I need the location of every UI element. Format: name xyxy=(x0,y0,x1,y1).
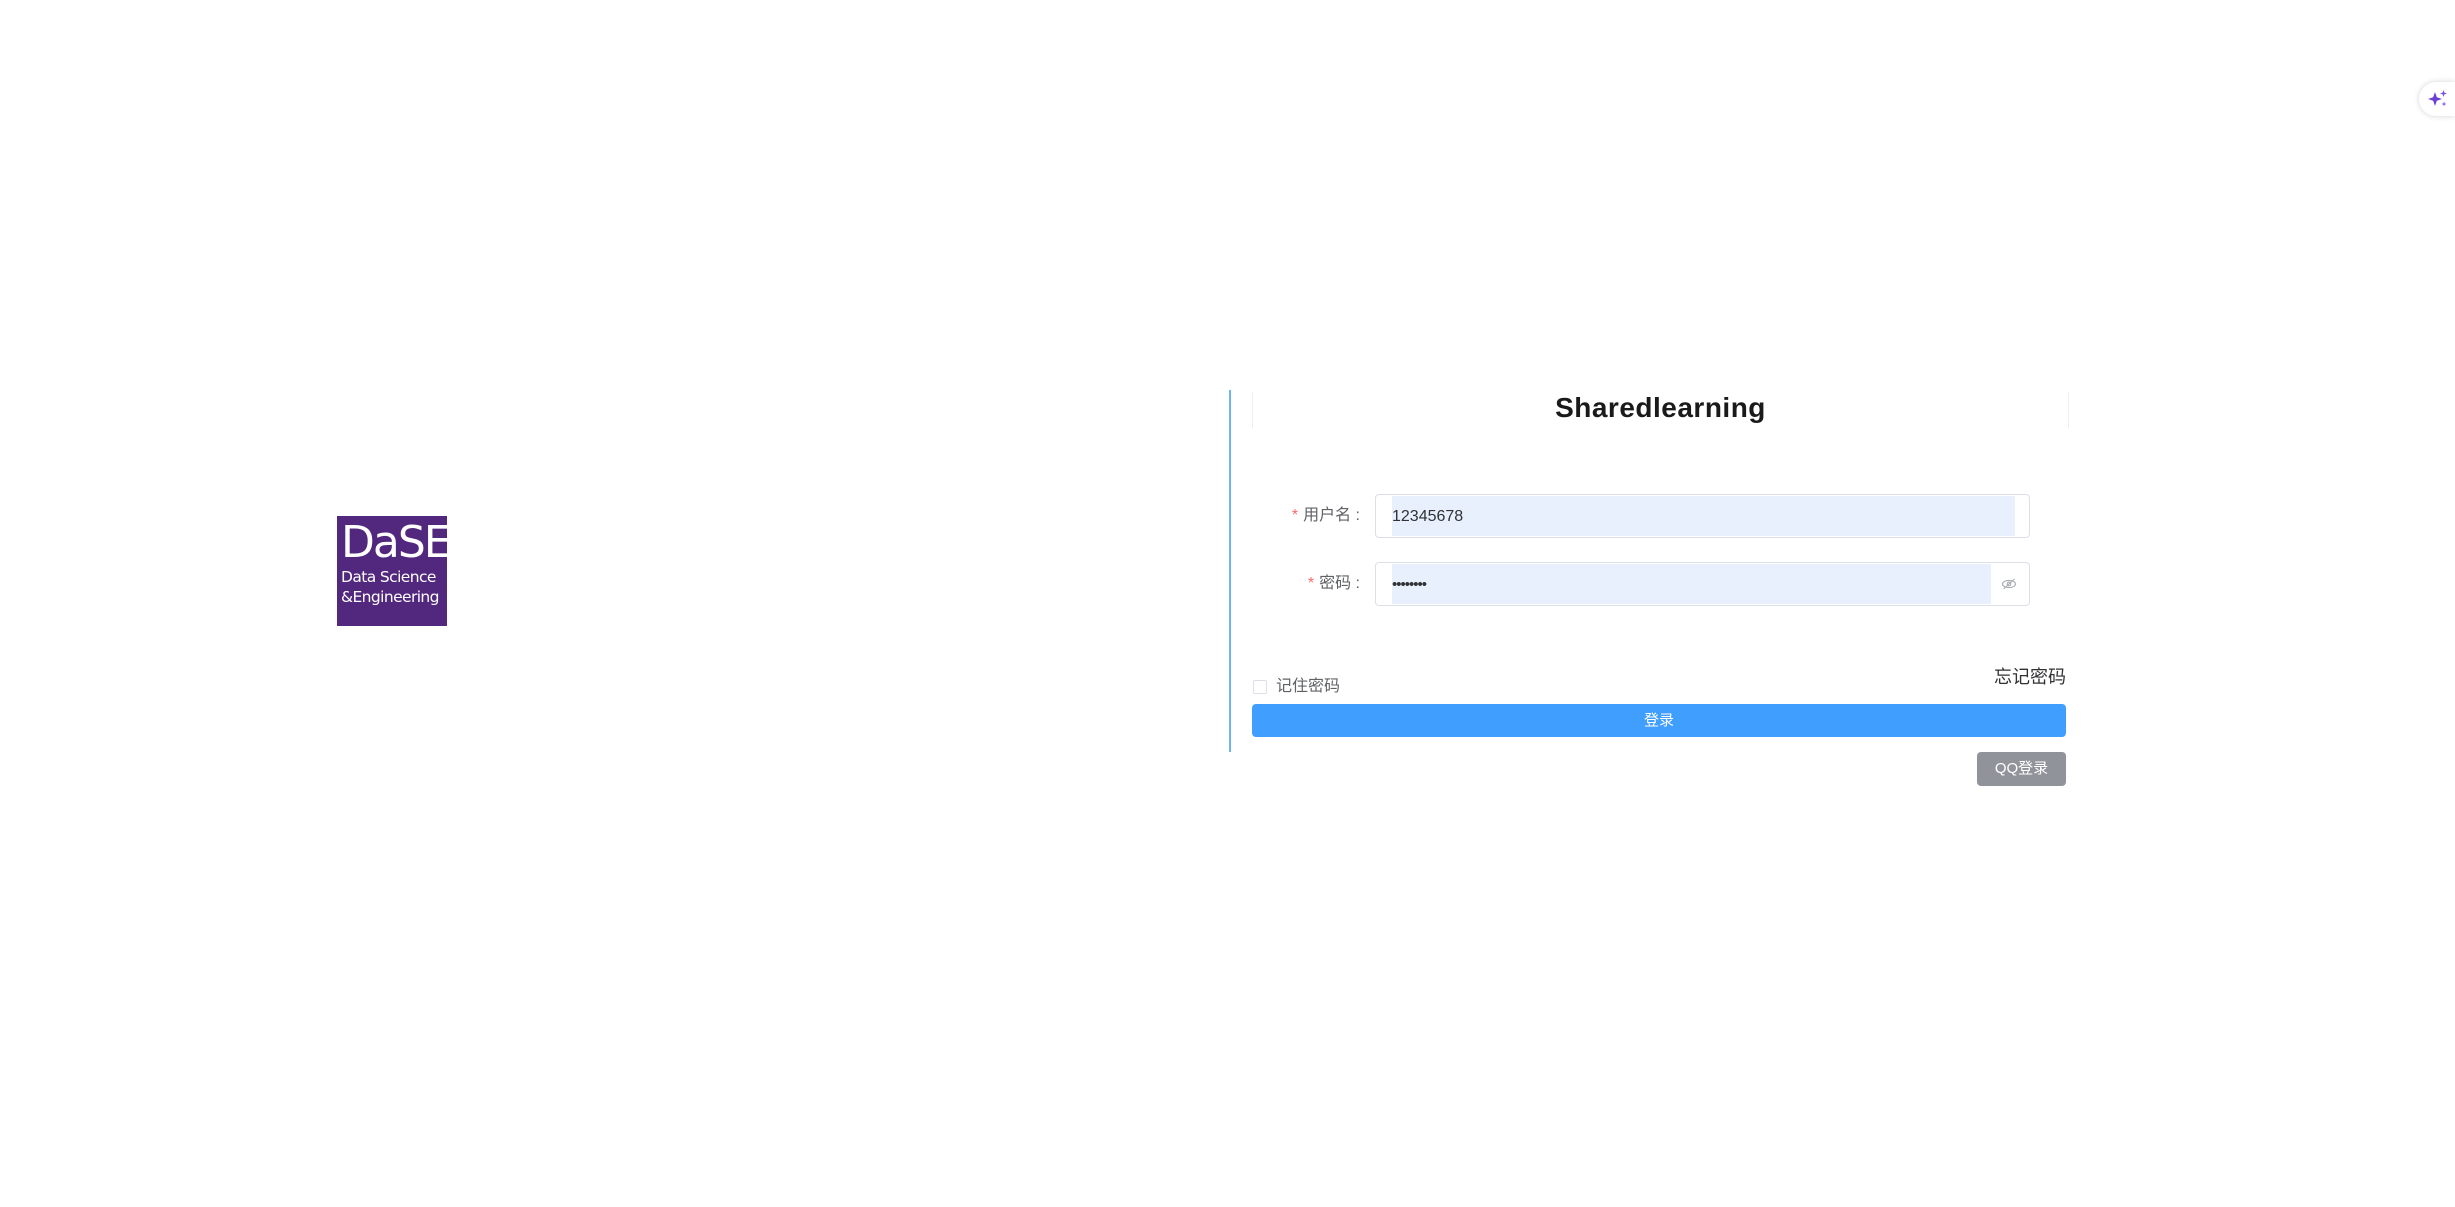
remember-password[interactable]: 记住密码 xyxy=(1253,677,1340,697)
forgot-password-link[interactable]: 忘记密码 xyxy=(1994,666,2066,688)
password-label: * 密码 : xyxy=(1307,575,1360,592)
username-form-item: * 用户名 : 12345678 xyxy=(1252,494,2032,540)
logo-text-engineering: &Engineering xyxy=(341,588,439,606)
sparkle-icon xyxy=(2428,90,2447,107)
remember-checkbox[interactable] xyxy=(1253,680,1267,694)
username-input[interactable]: 12345678 xyxy=(1375,494,2030,538)
page-title: Sharedlearning xyxy=(1555,392,1766,423)
required-mark: * xyxy=(1307,575,1315,592)
logo-text-dase: DaSE xyxy=(341,517,447,568)
logo-text-data-science: Data Science xyxy=(341,568,436,586)
login-header: Sharedlearning xyxy=(1252,392,2069,428)
vertical-divider xyxy=(1229,390,1231,752)
password-form-item: * 密码 : •••••••• xyxy=(1252,562,2032,608)
dase-logo: DaSE Data Science &Engineering xyxy=(337,516,447,626)
username-value: 12345678 xyxy=(1392,508,1464,525)
required-mark: * xyxy=(1291,507,1299,524)
qq-login-button[interactable]: QQ登录 xyxy=(1977,752,2066,786)
assistant-button[interactable] xyxy=(2419,82,2455,116)
remember-label[interactable]: 记住密码 xyxy=(1276,677,1340,697)
eye-icon[interactable] xyxy=(2001,576,2017,592)
username-label: * 用户名 : xyxy=(1291,507,1360,524)
password-value: •••••••• xyxy=(1392,576,1427,593)
password-input[interactable]: •••••••• xyxy=(1375,562,2030,606)
login-button[interactable]: 登录 xyxy=(1252,704,2066,737)
